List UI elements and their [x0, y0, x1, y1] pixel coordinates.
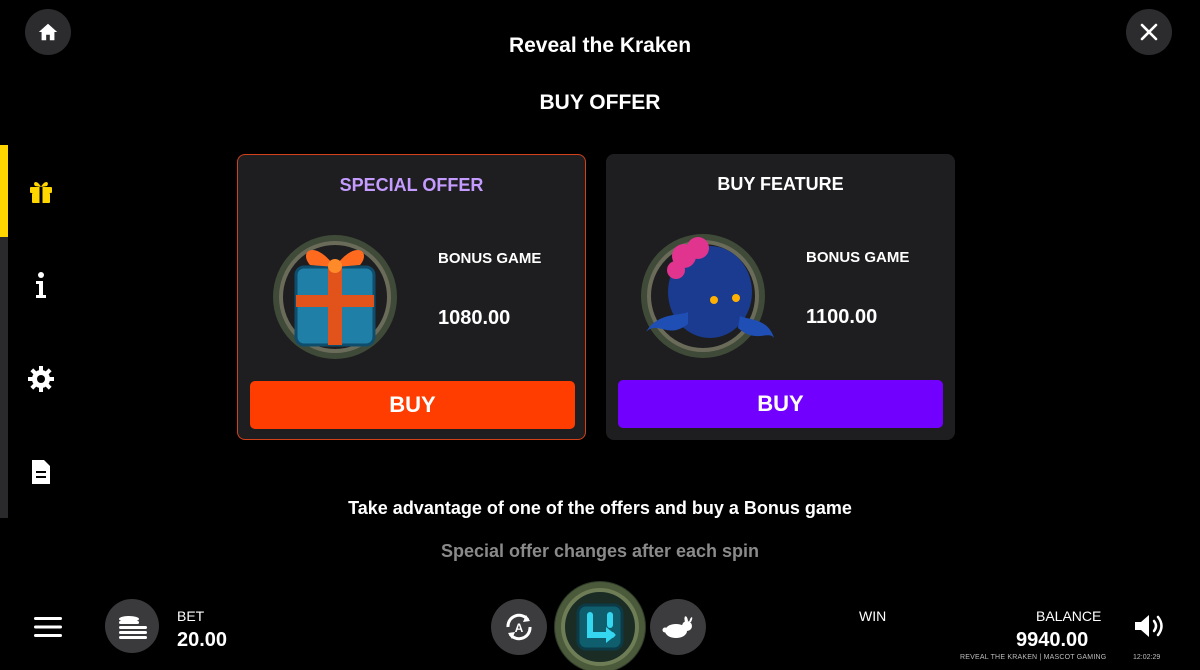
special-offer-price: 1080.00: [438, 307, 511, 329]
buy-feature-title: BUY FEATURE: [717, 174, 844, 194]
kraken-image: [641, 234, 774, 358]
buy-feature-price: 1100.00: [806, 306, 878, 328]
gift-box-image: [273, 235, 397, 359]
bet-value: 20.00: [177, 629, 228, 651]
spin-button[interactable]: [554, 581, 646, 670]
offer-description: Take advantage of one of the offers and …: [348, 498, 852, 518]
clock: 12:02:29: [1133, 654, 1161, 661]
gift-icon: [30, 181, 52, 203]
buy-feature-card: BUY FEATURE BONUS GAME 1100.00 BUY: [606, 154, 955, 440]
sound-icon[interactable]: [1133, 612, 1167, 640]
svg-text:A: A: [515, 621, 524, 635]
balance-value: 9940.00: [1016, 629, 1089, 651]
special-offer-label: BONUS GAME: [438, 250, 542, 267]
special-offer-buy-button[interactable]: BUY: [250, 381, 575, 429]
bet-button[interactable]: [105, 599, 159, 653]
info-icon: [36, 272, 46, 298]
sidebar-item-info[interactable]: [26, 270, 56, 300]
win-label: WIN: [859, 608, 887, 624]
balance-label: BALANCE: [1036, 608, 1102, 624]
sidebar-active-indicator: [0, 145, 8, 237]
autoplay-button[interactable]: A: [491, 599, 547, 655]
buy-feature-label: BONUS GAME: [806, 249, 910, 266]
section-title: BUY OFFER: [539, 91, 661, 114]
special-offer-title: SPECIAL OFFER: [339, 175, 484, 195]
offer-note: Special offer changes after each spin: [440, 541, 760, 561]
sidebar-item-buy-offer[interactable]: [26, 176, 56, 206]
bet-label: BET: [177, 608, 205, 624]
document-icon: [32, 460, 50, 484]
special-offer-card: SPECIAL OFFER BONUS GAME 1080.00 BUY: [237, 154, 586, 440]
buy-feature-buy-button[interactable]: BUY: [618, 380, 943, 428]
spin-icon: [555, 582, 645, 670]
autoplay-icon: A: [506, 613, 532, 641]
coins-icon: [119, 616, 147, 639]
game-title: Reveal the Kraken: [508, 34, 692, 57]
sidebar-item-settings[interactable]: [26, 364, 56, 394]
sidebar-item-rules[interactable]: [26, 457, 56, 487]
gear-icon: [28, 366, 54, 392]
rabbit-icon: [662, 616, 693, 638]
menu-icon[interactable]: [34, 615, 62, 639]
turbo-button[interactable]: [650, 599, 706, 655]
footer-text: REVEAL THE KRAKEN | MASCOT GAMING: [960, 654, 1107, 661]
